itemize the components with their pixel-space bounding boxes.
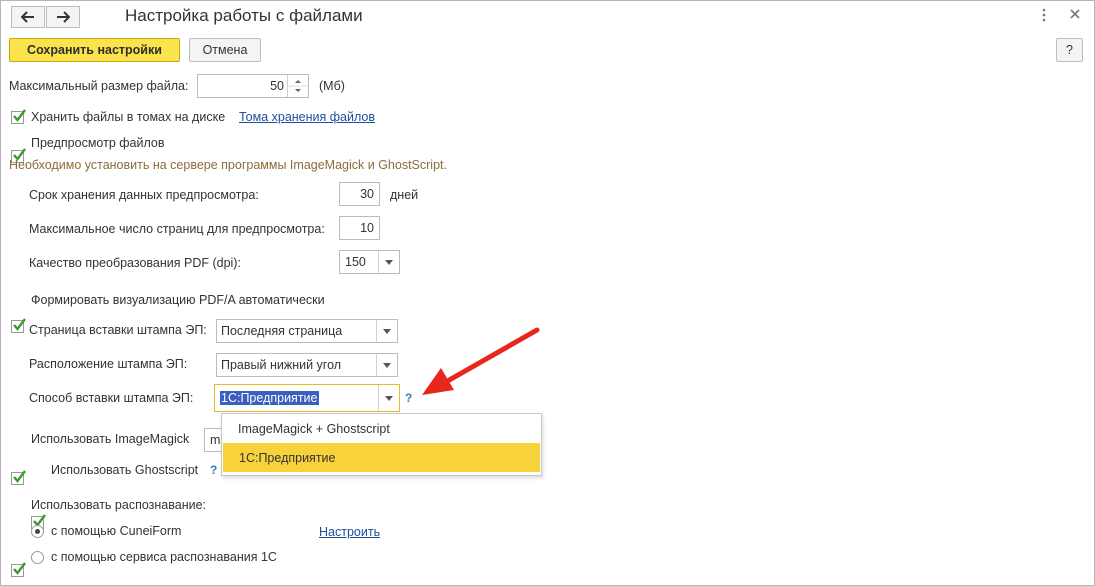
- recognition-label: Использовать распознавание:: [31, 498, 206, 512]
- dropdown-option-1c[interactable]: 1С:Предприятие: [223, 443, 540, 472]
- checkmark-icon: [13, 470, 26, 483]
- pdfa-label: Формировать визуализацию PDF/A автоматич…: [31, 293, 325, 307]
- pages-input[interactable]: 10: [339, 216, 380, 240]
- pages-value: 10: [360, 221, 374, 235]
- page-title: Настройка работы с файлами: [125, 6, 363, 25]
- close-icon[interactable]: [1069, 8, 1081, 23]
- stamp-position-label: Расположение штампа ЭП:: [29, 357, 188, 371]
- cancel-button[interactable]: Отмена: [189, 38, 261, 62]
- chevron-down-icon[interactable]: [378, 385, 399, 411]
- cuneiform-label: с помощью CuneiForm: [51, 524, 182, 538]
- preview-hint: Необходимо установить на сервере програм…: [9, 158, 447, 172]
- pages-label: Максимальное число страниц для предпросм…: [29, 222, 325, 236]
- ghostscript-label: Использовать Ghostscript: [51, 463, 199, 477]
- retention-input[interactable]: 30: [339, 182, 380, 206]
- volumes-label: Хранить файлы в томах на диске: [31, 110, 226, 124]
- service-1c-label: с помощью сервиса распознавания 1С: [51, 550, 277, 564]
- retention-label: Срок хранения данных предпросмотра:: [29, 188, 259, 202]
- help-button[interactable]: ?: [1056, 38, 1083, 62]
- quality-value: 150: [345, 255, 366, 269]
- checkmark-icon: [13, 318, 26, 331]
- configure-link[interactable]: Настроить: [319, 525, 380, 539]
- stamp-position-value: Правый нижний угол: [221, 358, 342, 372]
- back-button[interactable]: [11, 6, 45, 28]
- chevron-down-icon[interactable]: [376, 320, 397, 342]
- arrow-right-icon: [57, 11, 70, 23]
- storage-volumes-link[interactable]: Тома хранения файлов: [239, 110, 375, 124]
- stamp-page-value: Последняя страница: [221, 324, 343, 338]
- forward-button[interactable]: [46, 6, 80, 28]
- imagemagick-checkbox[interactable]: [11, 470, 26, 485]
- retention-value: 30: [360, 187, 374, 201]
- cuneiform-radio[interactable]: [31, 525, 44, 538]
- save-settings-button[interactable]: Сохранить настройки: [9, 38, 180, 62]
- preview-label: Предпросмотр файлов: [31, 136, 165, 150]
- stamp-method-help-icon[interactable]: ?: [405, 391, 412, 405]
- service-1c-radio[interactable]: [31, 551, 44, 564]
- max-size-unit: (Мб): [319, 79, 345, 93]
- quality-label: Качество преобразования PDF (dpi):: [29, 256, 241, 270]
- quality-select[interactable]: 150: [339, 250, 400, 274]
- max-size-label: Максимальный размер файла:: [9, 79, 189, 93]
- red-arrow-icon: [422, 327, 540, 395]
- settings-window: Настройка работы с файлами Сохранить нас…: [0, 0, 1095, 586]
- stamp-method-label: Способ вставки штампа ЭП:: [29, 391, 194, 405]
- ghostscript-help-icon[interactable]: ?: [210, 463, 217, 477]
- stamp-method-select[interactable]: 1С:Предприятие: [214, 384, 400, 412]
- imagemagick-label: Использовать ImageMagick: [31, 432, 190, 446]
- max-size-value: 50: [270, 79, 284, 93]
- checkmark-icon: [13, 109, 26, 122]
- stamp-position-select[interactable]: Правый нижний угол: [216, 353, 398, 377]
- more-menu-icon[interactable]: [1041, 7, 1047, 26]
- stamp-page-select[interactable]: Последняя страница: [216, 319, 398, 343]
- dropdown-option-imagemagick[interactable]: ImageMagick + Ghostscript: [222, 414, 541, 443]
- stamp-method-value: 1С:Предприятие: [220, 391, 319, 405]
- pdfa-checkbox[interactable]: [11, 318, 26, 333]
- chevron-down-icon[interactable]: [376, 354, 397, 376]
- checkmark-icon: [13, 562, 26, 575]
- chevron-down-icon[interactable]: [378, 251, 399, 273]
- stamp-method-dropdown: ImageMagick + Ghostscript 1С:Предприятие: [221, 413, 542, 476]
- recognition-checkbox[interactable]: [11, 562, 26, 577]
- retention-unit: дней: [390, 188, 419, 202]
- max-size-stepper[interactable]: [287, 75, 308, 97]
- max-size-input[interactable]: 50: [197, 74, 309, 98]
- stamp-page-label: Страница вставки штампа ЭП:: [29, 323, 207, 337]
- volumes-checkbox[interactable]: [11, 109, 26, 124]
- arrow-left-icon: [21, 11, 34, 23]
- stepper-arrows-icon: [288, 80, 308, 92]
- imagemagick-path-value: m: [210, 433, 221, 447]
